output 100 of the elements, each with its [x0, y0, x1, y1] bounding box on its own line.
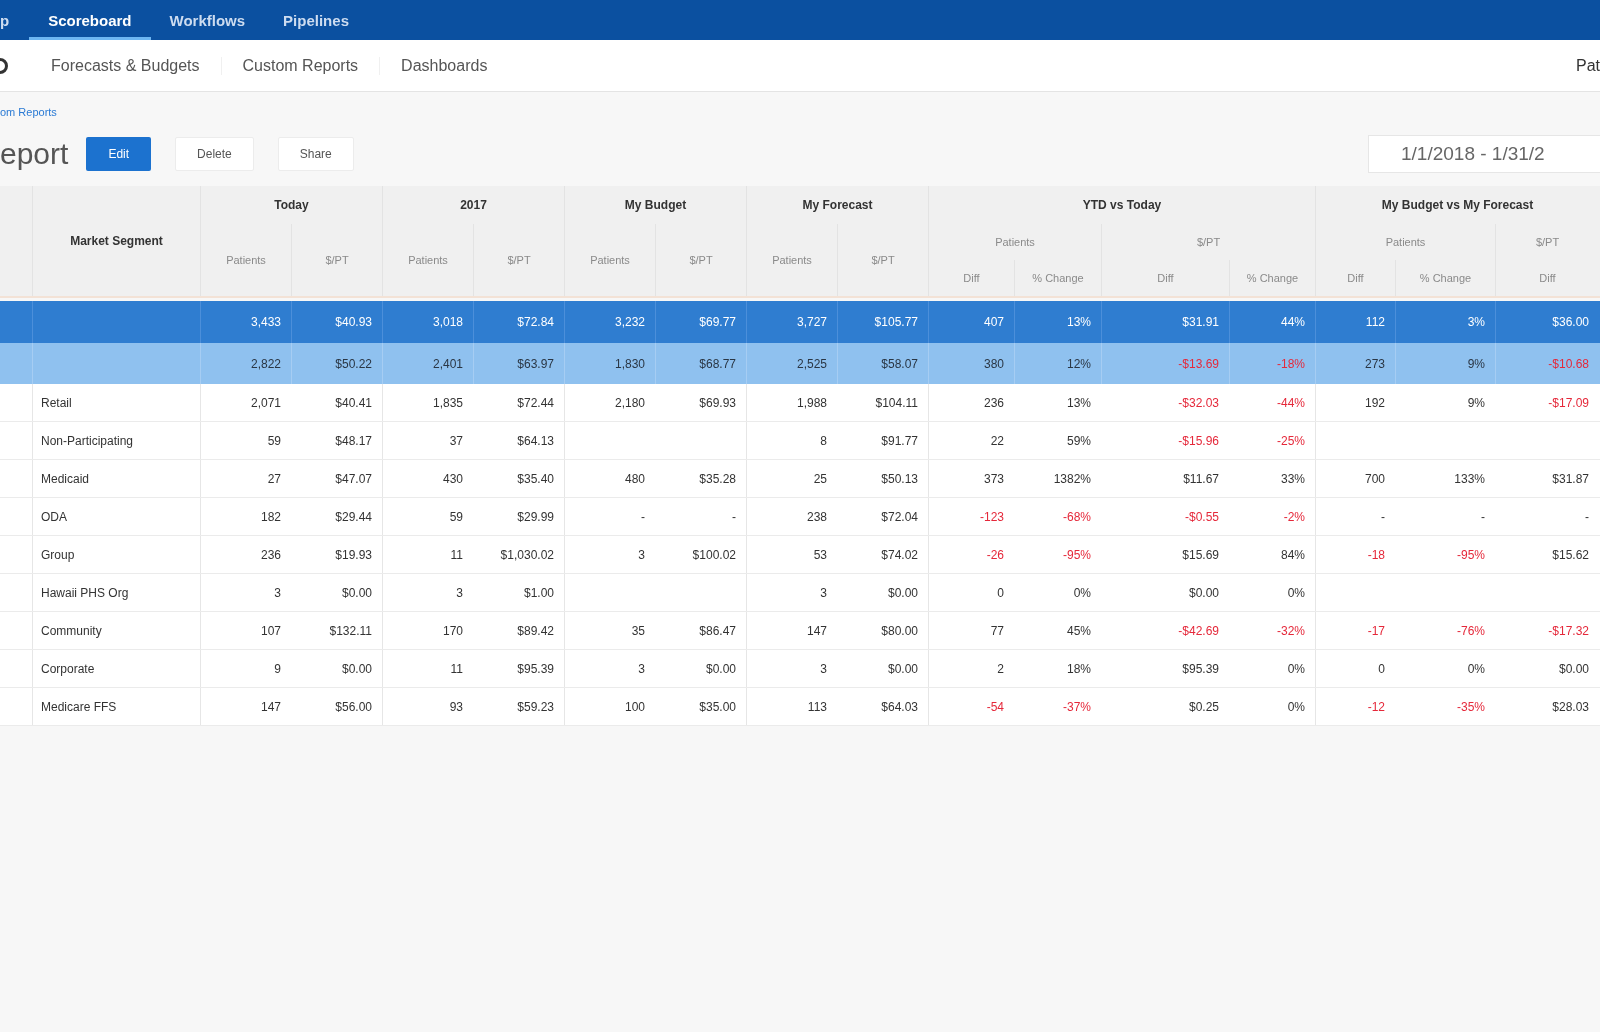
table-cell-text: 113: [806, 698, 828, 716]
table-cell-text: 3: [637, 660, 646, 678]
table-cell-text: $105.77: [873, 314, 919, 331]
table-cell-text: 8: [819, 432, 828, 450]
table-cell-text: 77: [989, 622, 1005, 640]
table-cell-text: 13%: [1065, 314, 1092, 331]
table-cell-text: 0: [1377, 660, 1386, 678]
column-header: Diff: [1101, 260, 1229, 296]
table-cell-text: $0.25: [1187, 698, 1220, 716]
table-cell-text: 0: [996, 584, 1005, 602]
table-cell-text: $72.84: [516, 314, 555, 331]
table-cell-text: 430: [441, 470, 464, 488]
table-cell-text: -26: [985, 546, 1005, 564]
table-cell-text: $72.04: [880, 508, 919, 526]
table-cell-text: $19.93: [334, 546, 373, 564]
table-cell-text: -12: [1366, 698, 1386, 716]
table-cell-text: -54: [985, 698, 1005, 716]
breadcrumb-link[interactable]: om Reports: [0, 106, 57, 118]
page-title: eport: [0, 137, 69, 171]
table-cell-text: $29.99: [516, 508, 555, 526]
table-cell-text: 3%: [1466, 314, 1486, 331]
table-cell-text: 9: [273, 660, 282, 678]
table-cell-text: -$10.68: [1547, 355, 1590, 373]
table-cell-text: 3,232: [613, 314, 646, 331]
nav-link[interactable]: Dashboards: [379, 56, 509, 75]
table-cell-text: $64.13: [516, 432, 555, 450]
table-cell-text: 1,830: [613, 355, 646, 373]
column-header: Diff: [1315, 260, 1395, 296]
table-cell-text: $132.11: [328, 622, 373, 640]
table-cell-text: 3,018: [431, 314, 464, 331]
nav-link[interactable]: Custom Reports: [220, 56, 380, 75]
table-cell-text: $0.00: [1557, 660, 1590, 678]
table-cell-text: $69.93: [698, 394, 737, 412]
table-cell-text: $58.07: [880, 355, 919, 373]
table-cell-text: 236: [982, 394, 1005, 412]
table-cell-text: 45%: [1065, 622, 1092, 640]
table-cell-text: 107: [259, 622, 282, 640]
edit-button[interactable]: Edit: [86, 137, 152, 171]
nav-tab[interactable]: p: [0, 0, 30, 40]
table-cell-text: $95.39: [1181, 660, 1220, 678]
table-cell-text: -95%: [1062, 546, 1092, 564]
table-cell-text: -76%: [1456, 622, 1486, 640]
table-cell-text: 112: [1364, 314, 1386, 331]
table-cell-text: 59%: [1065, 432, 1092, 450]
table-cell-text: $91.77: [880, 432, 919, 450]
table-cell-text: 84%: [1279, 546, 1306, 564]
nav-tab[interactable]: Workflows: [150, 0, 265, 40]
table-cell-text: 3: [455, 584, 464, 602]
table-cell-text: 1,835: [431, 394, 464, 412]
table-cell-text: $74.02: [880, 546, 919, 564]
column-header: Diff: [1495, 260, 1599, 296]
table-cell-text: 182: [259, 508, 282, 526]
table-cell-text: $0.00: [340, 584, 373, 602]
table-cell-text: 236: [259, 546, 282, 564]
table-cell-text: 3: [273, 584, 282, 602]
table-cell-text: 59: [266, 432, 282, 450]
table-cell-text: -2%: [1282, 508, 1306, 526]
table-cell-text: 35: [630, 622, 646, 640]
table-cell-text: -$0.55: [1183, 508, 1220, 526]
row-label: Non-Participating: [40, 432, 135, 450]
table-cell-text: 0%: [1286, 698, 1306, 716]
table-cell-text: -17: [1366, 622, 1386, 640]
table-cell-text: 13%: [1065, 394, 1092, 412]
table-cell-text: 192: [1363, 394, 1386, 412]
action-button[interactable]: Delete: [175, 137, 254, 171]
table-cell-text: 0%: [1466, 660, 1486, 678]
table-cell-text: $35.28: [698, 470, 737, 488]
table-cell-text: -37%: [1062, 698, 1092, 716]
column-header: Patients: [746, 224, 837, 296]
table-cell-text: -$15.96: [1177, 432, 1220, 450]
table-cell-text: $72.44: [516, 394, 555, 412]
table-cell-text: $40.41: [334, 394, 373, 412]
table-cell-text: $15.69: [1181, 546, 1220, 564]
table-cell-text: -25%: [1276, 432, 1306, 450]
column-header: Patients: [928, 224, 1101, 260]
table-cell-text: 273: [1363, 355, 1386, 373]
column-header: Diff: [928, 260, 1014, 296]
table-cell-text: 373: [982, 470, 1005, 488]
table-cell-text: $89.42: [516, 622, 555, 640]
table-cell-text: -$17.32: [1547, 622, 1590, 640]
table-cell-text: $1.00: [522, 584, 555, 602]
table-cell-text: $31.91: [1181, 314, 1220, 331]
table-cell-text: $0.00: [340, 660, 373, 678]
nav-link[interactable]: Forecasts & Budgets: [30, 56, 221, 75]
user-menu[interactable]: Pat: [1576, 56, 1600, 75]
table-cell-text: -44%: [1276, 394, 1306, 412]
table-cell-text: 59: [448, 508, 464, 526]
date-range-field[interactable]: 1/1/2018 - 1/31/2: [1368, 135, 1600, 173]
table-cell-text: -32%: [1276, 622, 1306, 640]
table-cell-text: $0.00: [886, 584, 919, 602]
action-button[interactable]: Share: [277, 137, 354, 171]
nav-tab[interactable]: Pipelines: [264, 0, 368, 40]
table-cell-text: 27: [266, 470, 282, 488]
table-cell-text: 170: [441, 622, 464, 640]
table-cell-text: 22: [989, 432, 1005, 450]
column-header: % Change: [1014, 260, 1101, 296]
table-cell-text: -95%: [1456, 546, 1486, 564]
table-cell-text: $104.11: [874, 394, 919, 412]
table-cell-text: $59.23: [516, 698, 555, 716]
table-cell-text: $35.00: [698, 698, 737, 716]
